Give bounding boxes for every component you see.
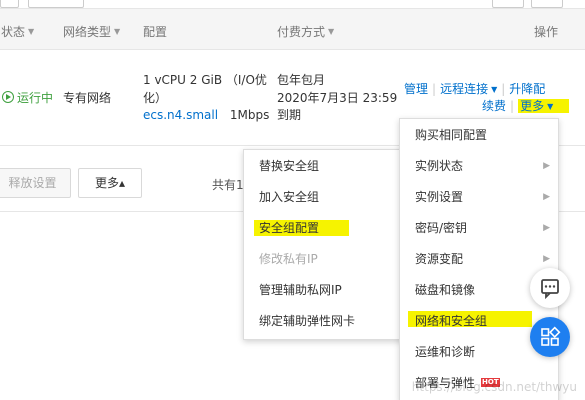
header-status[interactable]: 状态 ▼: [1, 23, 34, 40]
caret-down-icon: ▼: [547, 102, 554, 111]
bandwidth: 1Mbps: [229, 108, 270, 122]
total-count: 共有1: [212, 178, 244, 192]
expire-label: 到期: [277, 108, 302, 122]
manage-link[interactable]: 管理: [404, 82, 428, 96]
chevron-right-icon: ▶: [543, 223, 550, 233]
billing-type: 包年包月: [277, 73, 326, 87]
more-ops-menu: 购买相同配置 实例状态 ▶ 实例设置 ▶ 密码/密钥 ▶ 资源变配 ▶ 磁盘和镜像 网络…: [399, 118, 559, 400]
submenu-item-modify-private-ip: 修改私有IP: [259, 252, 318, 266]
release-settings-button[interactable]: 释放设置: [0, 168, 71, 198]
status-badge: 运行中: [2, 90, 53, 107]
remote-connect-link[interactable]: 远程连接 ▼: [440, 82, 497, 96]
submenu-item-bind-eni[interactable]: 绑定辅助弹性网卡: [244, 306, 403, 337]
apps-fab[interactable]: [530, 317, 570, 357]
top-button-2[interactable]: [28, 0, 84, 8]
submenu-item-join-sg[interactable]: 加入安全组: [244, 182, 403, 213]
more-ops-link[interactable]: 更多 ▼: [518, 99, 570, 113]
grid-icon: [541, 326, 561, 346]
menu-item-instance-settings[interactable]: 实例设置 ▶: [400, 182, 558, 213]
chat-icon: [541, 279, 559, 300]
top-button-4[interactable]: [531, 0, 563, 8]
submenu-item-secondary-ip[interactable]: 管理辅助私网IP: [244, 275, 403, 306]
caret-down-icon: ▼: [491, 85, 498, 94]
header-payment[interactable]: 付费方式 ▼: [277, 23, 334, 40]
top-toolbar: [0, 0, 585, 8]
instance-type-link[interactable]: ecs.n4.small: [143, 108, 218, 122]
feedback-fab[interactable]: [530, 268, 570, 308]
header-config: 配置: [143, 25, 168, 39]
caret-down-icon: ▼: [114, 27, 121, 36]
config-spec: 1 vCPU 2 GiB （I/O优: [143, 73, 267, 87]
menu-item-buy-same[interactable]: 购买相同配置: [400, 120, 558, 151]
top-button-1[interactable]: [0, 0, 19, 8]
chevron-right-icon: ▶: [543, 161, 550, 171]
config-spec-2: 化）: [143, 91, 168, 105]
network-type: 专有网络: [63, 91, 112, 105]
renew-link[interactable]: 续费: [482, 99, 506, 113]
footer-more-button[interactable]: 更多▴: [78, 168, 142, 198]
header-network-type[interactable]: 网络类型 ▼: [63, 23, 120, 40]
submenu-item-replace-sg[interactable]: 替换安全组: [244, 151, 403, 182]
header-ops: 操作: [534, 25, 559, 39]
table-header: 状态 ▼ 网络类型 ▼ 配置 付费方式 ▼ 操作: [0, 8, 585, 50]
top-button-3[interactable]: [492, 0, 524, 8]
menu-item-instance-status[interactable]: 实例状态 ▶: [400, 151, 558, 182]
watermark: https://blog.csdn.net/thwyu: [411, 380, 577, 394]
running-icon: [2, 91, 14, 103]
upgrade-link[interactable]: 升降配: [509, 82, 545, 96]
menu-item-password-key[interactable]: 密码/密钥 ▶: [400, 213, 558, 244]
caret-down-icon: ▼: [28, 27, 35, 36]
security-group-submenu: 替换安全组 加入安全组 安全组配置 修改私有IP 管理辅助私网IP 绑定辅助弹性…: [243, 149, 404, 340]
expire-date: 2020年7月3日 23:59: [277, 91, 398, 105]
caret-down-icon: ▼: [328, 27, 335, 36]
chevron-right-icon: ▶: [543, 192, 550, 202]
submenu-item-sg-config[interactable]: 安全组配置: [244, 213, 403, 244]
